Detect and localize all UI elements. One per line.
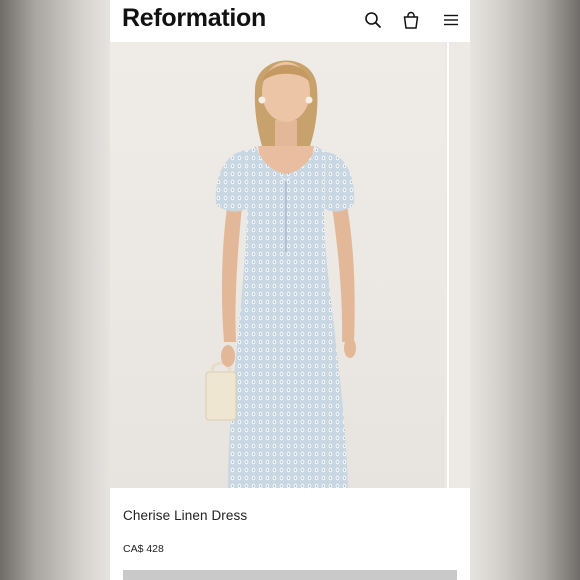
shopping-bag-icon[interactable] — [400, 9, 422, 31]
product-photo — [110, 42, 445, 488]
search-icon[interactable] — [362, 9, 384, 31]
brand-logo[interactable]: Reformation — [122, 4, 266, 33]
add-to-bag-button[interactable] — [123, 570, 457, 580]
next-product-photo-peek[interactable] — [447, 42, 470, 488]
menu-icon[interactable] — [440, 9, 462, 31]
product-name: Cherise Linen Dress — [123, 508, 248, 523]
model-wearing-dress-illustration — [205, 60, 356, 488]
product-image-carousel[interactable] — [110, 42, 470, 488]
product-info: Cherise Linen Dress CA$ 428 — [110, 488, 470, 580]
top-nav: Reformation — [110, 0, 470, 42]
app-screen: Reformation Cherise Linen Dress CA$ 428 — [110, 0, 470, 580]
product-price: CA$ 428 — [123, 543, 164, 555]
